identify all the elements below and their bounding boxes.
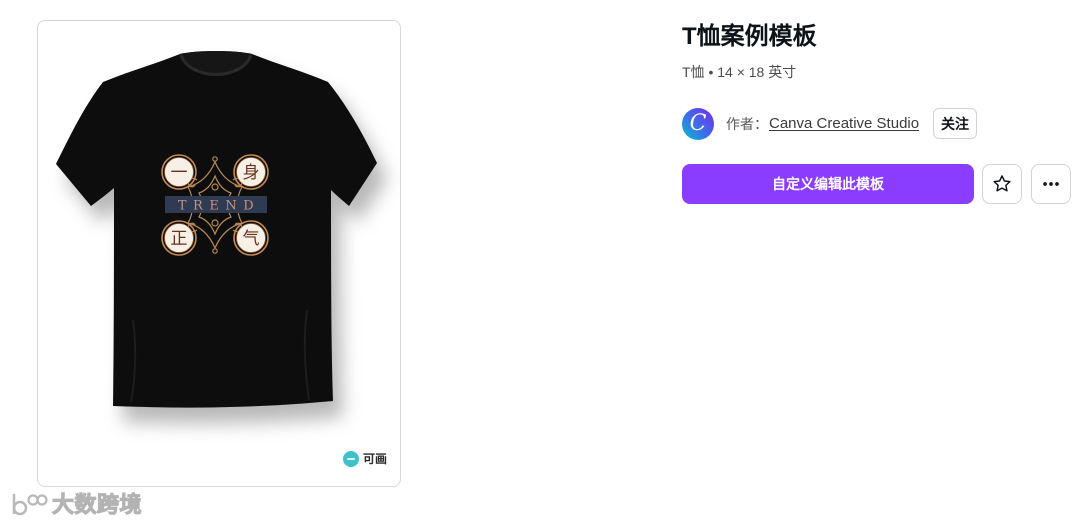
design-banner-text: TREND	[178, 199, 260, 214]
favorite-button[interactable]	[982, 164, 1022, 204]
template-preview-card[interactable]: TREND 一 身 正 气 可画	[37, 20, 401, 487]
author-label: 作者：	[726, 116, 768, 132]
more-horizontal-icon	[1043, 182, 1059, 186]
author-avatar[interactable]: C	[682, 108, 714, 140]
tshirt-mockup: TREND 一 身 正 气	[56, 51, 377, 408]
design-badge: 正	[161, 220, 197, 256]
template-meta: T恤 • 14 × 18 英寸	[682, 64, 797, 80]
design-badge: 一	[161, 154, 197, 190]
canva-logo-icon	[343, 451, 359, 467]
badge-character: 身	[243, 163, 260, 183]
badge-character: 正	[171, 229, 188, 249]
tshirt-body	[56, 51, 377, 408]
author-link[interactable]: Canva Creative Studio	[769, 113, 919, 135]
watermark-text: 大数跨境	[51, 492, 143, 518]
customize-template-button[interactable]: 自定义编辑此模板	[682, 164, 974, 204]
template-detail-page: TREND 一 身 正 气 可画 大数跨境 T恤案例模板 T恤 • 14 × 1…	[0, 0, 1080, 526]
follow-button[interactable]: 关注	[933, 108, 977, 139]
template-title: T恤案例模板	[682, 23, 817, 50]
brand-logo-text: 可画	[363, 452, 388, 466]
watermark-logo-icon	[12, 493, 48, 516]
tshirt	[56, 51, 377, 408]
watermark: 大数跨境	[8, 489, 142, 521]
star-icon	[993, 175, 1011, 192]
design-badge: 身	[233, 154, 269, 190]
more-options-button[interactable]	[1031, 164, 1071, 204]
badge-character: 气	[243, 229, 260, 249]
brand-mark: 可画	[343, 451, 387, 467]
badge-character: 一	[171, 163, 188, 183]
design-badge: 气	[233, 220, 269, 256]
